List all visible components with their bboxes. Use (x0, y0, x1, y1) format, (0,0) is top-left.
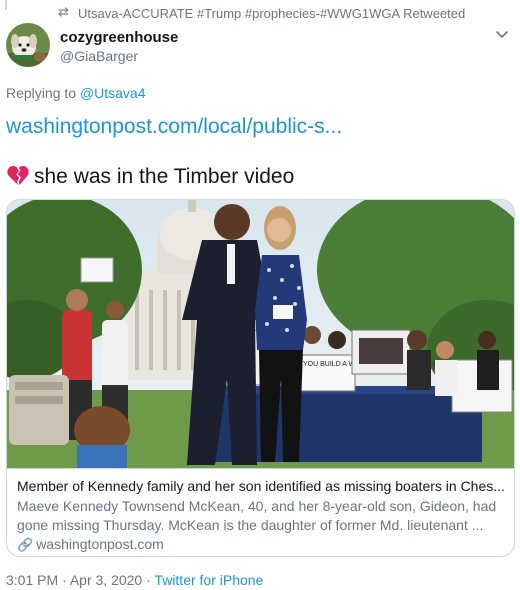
tweet-source-link[interactable]: Twitter for iPhone (154, 572, 263, 588)
tweet-body: she was in the Timber video (34, 165, 295, 188)
card-description: Maeve Kennedy Townsend McKean, 40, and h… (17, 498, 497, 533)
card-domain-text: washingtonpost.com (36, 536, 164, 552)
author-name[interactable]: cozygreenhouse (60, 29, 178, 47)
retweet-icon: ⇄ (58, 5, 69, 20)
meta-separator-2: · (146, 572, 151, 588)
card-title[interactable]: Member of Kennedy family and her son ide… (17, 477, 507, 496)
meta-separator: · (62, 572, 67, 588)
link-icon: 🔗 (17, 538, 34, 553)
tweet-time[interactable]: 3:01 PM (6, 572, 58, 588)
replying-prefix: Replying to (6, 85, 77, 101)
avatar[interactable] (6, 23, 50, 67)
thread-line (5, 0, 7, 10)
retweet-header: ⇄ Utsava-ACCURATE #Trump #prophecies-#WW… (0, 0, 520, 24)
card-body[interactable]: Member of Kennedy family and her son ide… (7, 468, 514, 556)
link-preview-card[interactable]: YOU BUILD A WALL, I'LL BUILD A LAND LINE (6, 199, 515, 557)
tweet-url-link[interactable]: washingtonpost.com/local/public-s... (6, 114, 342, 140)
tweet-meta: 3:01 PM · Apr 3, 2020 · Twitter for iPho… (6, 571, 263, 589)
card-photo[interactable]: YOU BUILD A WALL, I'LL BUILD A LAND LINE (7, 200, 515, 468)
tweet-date[interactable]: Apr 3, 2020 (70, 572, 142, 588)
chevron-down-icon[interactable] (494, 28, 510, 42)
broken-heart-icon (7, 165, 29, 185)
retweeted-by-label[interactable]: Utsava-ACCURATE #Trump #prophecies-#WWG1… (78, 6, 465, 22)
author-handle[interactable]: @GiaBarger (60, 47, 138, 65)
reply-mention-link[interactable]: @Utsava4 (80, 85, 146, 101)
dog-avatar-icon (6, 23, 50, 67)
replying-to: Replying to @Utsava4 (6, 84, 146, 102)
tweet-text: she was in the Timber video (6, 164, 294, 190)
card-domain: 🔗 washingtonpost.com (17, 535, 164, 555)
